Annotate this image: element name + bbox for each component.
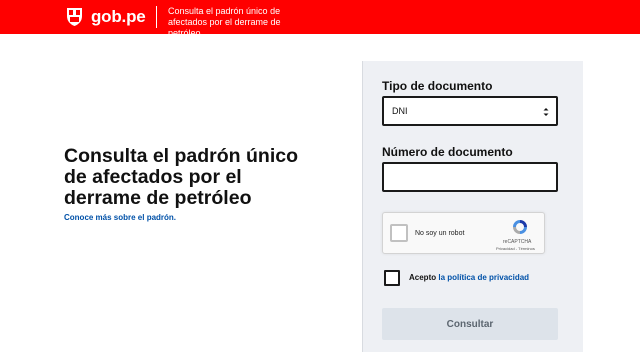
document-type-label: Tipo de documento (382, 79, 493, 93)
page-title: Consulta el padrón único de afectados po… (64, 145, 299, 209)
accept-prefix: Acepto (409, 273, 437, 282)
document-type-value: DNI (392, 106, 408, 116)
header-bar: gob.pe Consulta el padrón único de afect… (0, 0, 640, 38)
recaptcha-brand: reCAPTCHA (503, 239, 532, 245)
recaptcha-icon (513, 220, 527, 234)
accept-privacy-text: Acepto la política de privacidad (409, 273, 529, 282)
gob-pe-logo[interactable]: gob.pe (64, 6, 146, 27)
accept-privacy-checkbox[interactable] (384, 270, 400, 286)
learn-more-link[interactable]: Conoce más sobre el padrón. (64, 213, 176, 222)
peru-shield-icon (67, 8, 82, 26)
recaptcha-checkbox[interactable] (390, 224, 408, 242)
header-title: Consulta el padrón único de afectados po… (168, 6, 281, 38)
document-number-label: Número de documento (382, 145, 513, 159)
recaptcha-widget: No soy un robot reCAPTCHA Privacidad - T… (382, 212, 545, 254)
logo-text: gob.pe (91, 7, 146, 26)
consult-button[interactable]: Consultar (382, 308, 558, 340)
privacy-policy-link[interactable]: la política de privacidad (438, 273, 529, 282)
document-number-input[interactable] (382, 162, 558, 192)
document-type-select[interactable]: DNI (382, 96, 558, 126)
recaptcha-links[interactable]: Privacidad - Términos (496, 246, 535, 251)
recaptcha-label: No soy un robot (415, 230, 465, 237)
header-divider (156, 6, 157, 28)
chevron-updown-icon (543, 108, 549, 116)
